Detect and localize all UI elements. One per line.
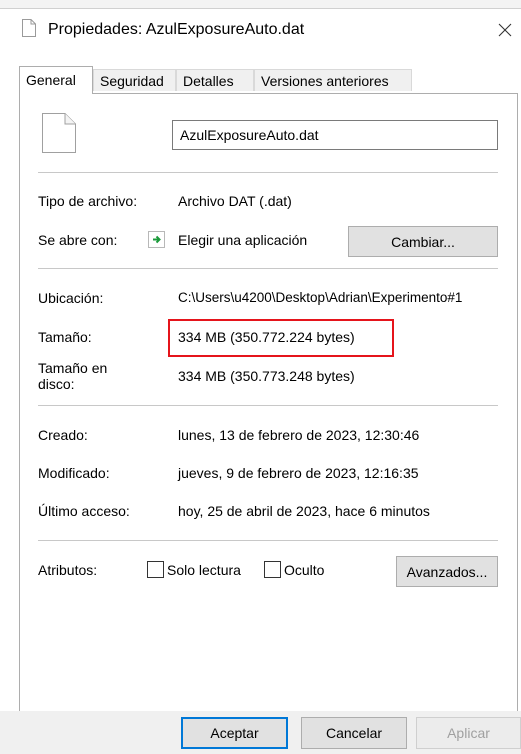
last-access-label: Último acceso: [38,503,130,519]
read-only-label[interactable]: Solo lectura [167,562,241,578]
window-title: Propiedades: AzulExposureAuto.dat [48,21,305,38]
tab-details[interactable]: Detalles [176,69,254,91]
opens-with-value: Elegir una aplicación [178,232,308,248]
size-label: Tamaño: [38,329,92,345]
tab-general[interactable]: General [19,66,93,94]
modified-label: Modificado: [38,465,110,481]
file-name-input[interactable] [172,120,498,150]
separator [38,540,498,541]
location-value: C:\Users\u4200\Desktop\Adrian\Experiment… [178,290,463,305]
size-on-disk-label: Tamaño en disco: [38,360,107,392]
size-highlight-box [168,319,394,357]
tab-security[interactable]: Seguridad [93,69,176,91]
close-button[interactable] [490,14,520,46]
hidden-label[interactable]: Oculto [284,562,324,578]
file-type-label: Tipo de archivo: [38,193,138,209]
size-on-disk-label-line2: disco: [38,376,75,392]
location-label: Ubicación: [38,290,104,306]
close-icon [498,23,512,37]
created-value: lunes, 13 de febrero de 2023, 12:30:46 [178,427,420,443]
modified-value: jueves, 9 de febrero de 2023, 12:16:35 [178,465,419,481]
size-on-disk-label-line1: Tamaño en [38,360,108,376]
attributes-label: Atributos: [38,562,98,578]
file-large-icon [42,113,76,153]
hidden-checkbox[interactable] [264,561,281,578]
advanced-button[interactable]: Avanzados... [396,556,498,587]
size-on-disk-value: 334 MB (350.773.248 bytes) [178,368,355,384]
general-panel [19,93,518,753]
separator [38,268,498,269]
cancel-button[interactable]: Cancelar [301,717,407,749]
ok-button[interactable]: Aceptar [181,717,288,749]
app-arrow-icon [148,231,165,248]
created-label: Creado: [38,427,88,443]
separator [38,405,498,406]
window-top-edge [0,0,521,9]
separator [38,172,498,173]
file-type-value: Archivo DAT (.dat) [178,193,292,209]
last-access-value: hoy, 25 de abril de 2023, hace 6 minutos [178,503,430,519]
tab-previous-versions[interactable]: Versiones anteriores [254,69,412,91]
file-icon [22,19,36,37]
read-only-checkbox[interactable] [147,561,164,578]
change-button[interactable]: Cambiar... [348,226,498,257]
opens-with-label: Se abre con: [38,232,118,248]
apply-button[interactable]: Aplicar [416,717,521,749]
